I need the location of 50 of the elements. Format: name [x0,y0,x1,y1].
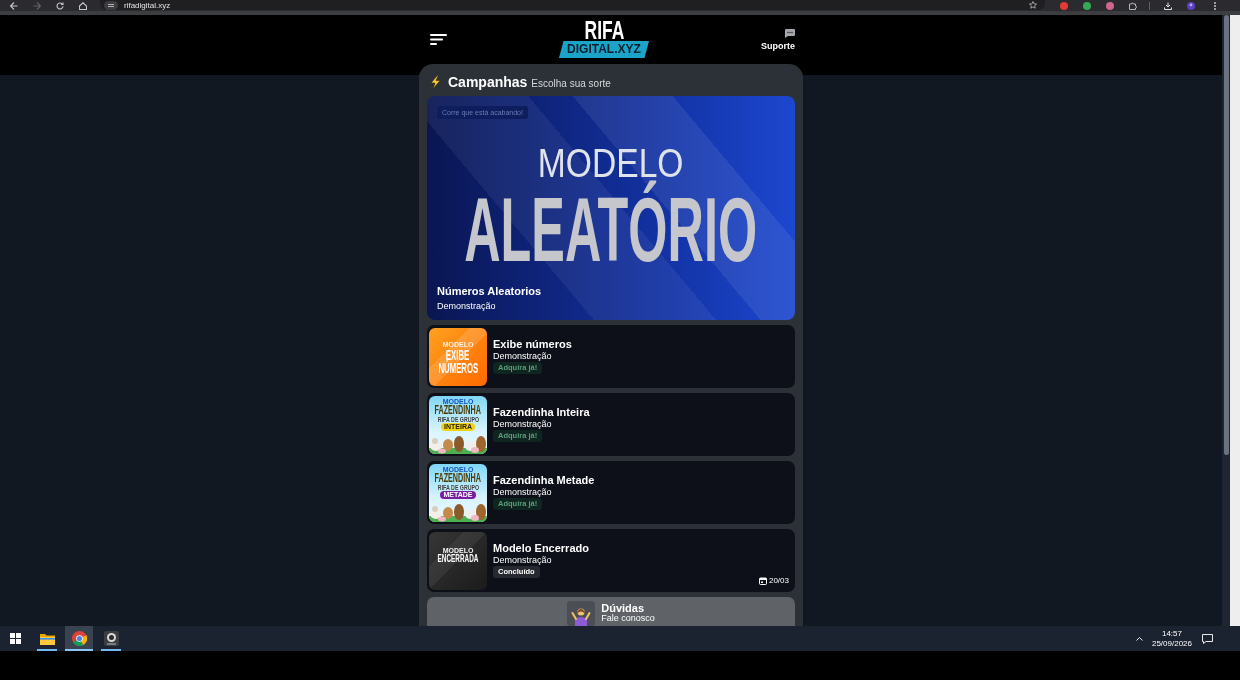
download-icon[interactable] [1164,1,1172,10]
thumbnail-text: ENCERRADA [437,553,479,564]
campaign-subtitle: Demonstração [493,419,552,429]
reload-icon[interactable] [56,1,64,10]
banner-image-text: ALEATÓRIO [464,179,758,282]
shrugging-person-icon [567,601,596,626]
extension-icon[interactable] [1060,1,1068,10]
thumbnail-text: EXIBE [446,347,470,361]
logo-subtitle-band: DIGITAL.XYZ [559,41,649,58]
profile-avatar-icon[interactable] [1187,1,1195,10]
campaign-subtitle: Demonstração [493,555,552,565]
campaign-title: Fazendinha Metade [493,474,595,487]
scrollbar-thumb[interactable] [1223,15,1229,455]
banner-title: Números Aleatorios [437,285,542,298]
camera-lens-icon [103,631,119,646]
section-title: Campanhas [448,73,528,92]
support-button[interactable]: Suporte [760,28,795,51]
extension-icon[interactable] [1106,1,1114,10]
help-button[interactable]: Dúvidas Fale conosco [427,597,795,626]
calendar-icon [758,576,767,585]
home-icon[interactable] [79,1,87,10]
campaign-title: Exibe números [493,338,572,351]
address-bar[interactable]: rifadigital.xyz [100,0,1045,10]
chevron-up-icon[interactable] [1135,636,1143,641]
chat-icon [785,28,795,38]
browser-icon [71,631,87,646]
extension-icon[interactable] [1083,1,1091,10]
clock-time[interactable]: 14:57 [1161,628,1182,639]
menu-icon[interactable] [430,34,447,45]
campaign-date: 20/03 [768,576,789,585]
thumbnail-text: FAZENDINHA [434,472,482,484]
lightning-bolt-icon [430,75,441,89]
taskbar-app-button[interactable] [65,626,93,651]
clock-date[interactable]: 25/09/2026 [1151,638,1192,649]
bookmark-star-icon[interactable] [1029,1,1037,9]
start-menu-icon[interactable] [10,633,21,644]
logo-title: RIFA [584,21,624,40]
back-icon[interactable] [10,1,18,10]
notification-icon[interactable] [1202,633,1213,644]
folder-icon [39,632,55,645]
campaign-title: Fazendinha Inteira [493,406,590,419]
campaign-subtitle: Demonstração [493,487,552,497]
campaign-title: Modelo Encerrado [493,542,589,555]
thumbnail-text: NÚMEROS [438,360,478,374]
campaign-subtitle: Demonstração [493,351,552,361]
site-info-icon[interactable] [104,0,118,10]
thumbnail-text: FAZENDINHA [434,404,482,416]
puzzle-icon[interactable] [1129,1,1137,10]
section-subtitle: Escolha sua sorte [531,78,611,90]
banner-subtitle: Demonstração [437,301,496,311]
